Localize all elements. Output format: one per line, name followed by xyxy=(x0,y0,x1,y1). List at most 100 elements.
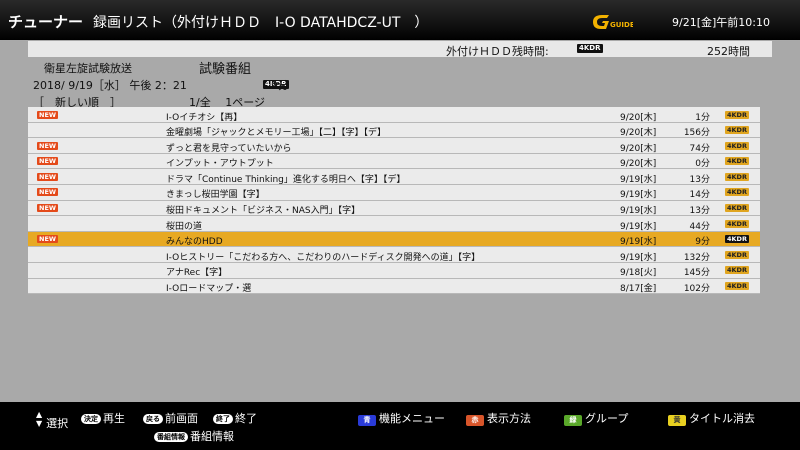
new-badge: NEW xyxy=(37,188,59,197)
recording-duration: 14分 xyxy=(689,190,710,201)
exit-label: 終了 xyxy=(235,412,257,425)
recording-duration: 145分 xyxy=(683,268,710,279)
new-badge: NEW xyxy=(37,110,59,119)
enter-key-icon: 決定 xyxy=(81,414,101,424)
recording-row[interactable]: NEW きまっし桜田学園【字】 9/19[水] 14分 4KDR xyxy=(28,184,760,201)
recording-row[interactable]: 金曜劇場「ジャックとメモリー工場」【二】【字】【デ】 9/20[木] 156分 4KD… xyxy=(28,122,760,139)
recording-row[interactable]: NEW I-Oイチオシ【再】 9/20[木] 1分 4KDR xyxy=(28,107,760,123)
recording-title: みんなのHDD xyxy=(166,237,223,248)
recording-date: 9/20[木] xyxy=(620,128,657,139)
select-label: 選択 xyxy=(46,417,69,430)
recording-title: アナRec【字】 xyxy=(166,268,228,279)
display-method-label: 表示方法 xyxy=(487,412,531,425)
play-label: 再生 xyxy=(103,412,125,425)
recording-row[interactable]: NEW ドラマ「Continue Thinking」進化する明日へ【字】【デ】 9/… xyxy=(28,169,760,185)
channel-name: 衛星左旋試験放送 xyxy=(44,62,132,75)
title-delete-label: タイトル消去 xyxy=(689,412,755,425)
recording-duration: 74分 xyxy=(689,143,710,154)
4kdr-badge: 4KDR xyxy=(725,250,749,259)
4kdr-badge: 4KDR xyxy=(725,141,749,150)
recording-title: インプット・アウトプット xyxy=(166,159,274,170)
recording-date: 9/19[水] xyxy=(620,237,657,248)
recording-date: 9/19[水] xyxy=(620,190,657,201)
recording-duration: 102分 xyxy=(683,284,710,295)
up-down-arrow-icon: ▲ ▼ xyxy=(36,410,43,428)
recording-date: 9/19[水] xyxy=(620,206,657,217)
recording-duration: 156分 xyxy=(683,128,710,139)
recording-row[interactable]: I-Oヒストリー「こだわる方へ、こだわりのハードディスク開発への道」【字】 9/1… xyxy=(28,247,760,263)
recording-date: 9/19[水] xyxy=(620,174,657,185)
recording-title: I-Oロードマップ・選 xyxy=(166,284,252,295)
4kdr-badge: 4KDR xyxy=(725,235,749,244)
back-key-icon: 戻る xyxy=(143,414,163,424)
recording-duration: 0分 xyxy=(695,159,710,170)
program-info-label: 番組情報 xyxy=(190,430,234,443)
yellow-key-icon: 黄 xyxy=(668,415,686,426)
recording-row[interactable]: I-Oロードマップ・選 8/17[金] 102分 4KDR xyxy=(28,278,760,295)
select-hint: ▲ ▼ 選択 xyxy=(36,410,68,431)
recording-title: ずっと君を見守っていたいから xyxy=(166,143,292,154)
4kdr-badge: 4KDR xyxy=(725,266,749,275)
remaining-time-value: 252時間 xyxy=(707,45,750,58)
recording-date: 9/20[木] xyxy=(620,143,657,154)
recording-row[interactable]: NEW 桜田ドキュメント「ビジネス・NAS入門」【字】 9/19[水] 13分 4KDR xyxy=(28,200,760,217)
new-badge: NEW xyxy=(37,141,59,150)
exit-key-icon: 終了 xyxy=(213,414,233,424)
red-button-display-method[interactable]: 赤表示方法 xyxy=(466,410,531,426)
program-duration: 9分 xyxy=(271,79,289,92)
4kdr-badge: 4KDR xyxy=(725,157,749,166)
remaining-time-label: 外付けＨＤＤ残時間: xyxy=(446,45,549,58)
yellow-button-title-delete[interactable]: 黄タイトル消去 xyxy=(668,410,755,426)
red-key-icon: 赤 xyxy=(466,415,484,426)
recording-title: 金曜劇場「ジャックとメモリー工場」【二】【字】【デ】 xyxy=(166,128,387,139)
new-badge: NEW xyxy=(37,172,59,181)
recording-row[interactable]: NEW みんなのHDD 9/19[水] 9分 4KDR xyxy=(28,231,760,248)
program-info-hint[interactable]: 番組情報 番組情報 xyxy=(154,428,234,444)
clock: 9/21[金]午前10:10 xyxy=(672,16,770,29)
new-badge: NEW xyxy=(37,157,59,166)
recording-title: きまっし桜田学園【字】 xyxy=(166,190,265,201)
play-hint[interactable]: 決定 再生 xyxy=(81,410,125,426)
recording-row[interactable]: NEW ずっと君を見守っていたいから 9/20[木] 74分 4KDR xyxy=(28,138,760,154)
recording-date: 9/19[水] xyxy=(620,252,657,263)
g-guide-logo-icon: GUIDE xyxy=(593,15,633,29)
blue-button-function-menu[interactable]: 青機能メニュー xyxy=(358,410,445,426)
svg-text:GUIDE: GUIDE xyxy=(610,21,633,29)
recording-row[interactable]: NEW インプット・アウトプット 9/20[木] 0分 4KDR xyxy=(28,153,760,170)
info-key-icon: 番組情報 xyxy=(154,432,188,442)
recording-date: 9/18[火] xyxy=(620,268,657,279)
footer-guide: ▲ ▼ 選択 決定 再生 戻る 前画面 終了 終了 番組情報 番組情報 青機能メニュー 赤表… xyxy=(0,402,800,450)
new-badge: NEW xyxy=(37,235,59,244)
recording-row[interactable]: アナRec【字】 9/18[火] 145分 4KDR xyxy=(28,262,760,279)
recording-duration: 44分 xyxy=(689,221,710,232)
recording-title: I-Oイチオシ【再】 xyxy=(166,112,243,123)
recording-list: NEW I-Oイチオシ【再】 9/20[木] 1分 4KDR 金曜劇場「ジャックとメモリー… xyxy=(28,107,760,295)
group-label: グループ xyxy=(585,412,629,425)
back-label: 前画面 xyxy=(165,412,198,425)
recording-duration: 9分 xyxy=(695,237,710,248)
recording-title: I-Oヒストリー「こだわる方へ、こだわりのハードディスク開発への道」【字】 xyxy=(166,252,481,263)
recording-title: 桜田ドキュメント「ビジネス・NAS入門」【字】 xyxy=(166,206,361,217)
4kdr-badge: 4KDR xyxy=(725,204,749,213)
program-title: 試験番組 xyxy=(199,62,252,77)
recording-row[interactable]: 桜田の道 9/19[水] 44分 4KDR xyxy=(28,216,760,232)
remaining-time-bar: 外付けＨＤＤ残時間: 4KDR 252時間 xyxy=(28,41,772,58)
recording-datetime: 2018/ 9/19［水］ 午後 2：21 xyxy=(33,79,187,92)
recording-duration: 13分 xyxy=(689,206,710,217)
header-bar: チューナー 録画リスト（外付けＨＤＤ I-O DATAHDCZ-UT ） GUI… xyxy=(0,0,800,40)
recording-duration: 13分 xyxy=(689,174,710,185)
4kdr-badge: 4KDR xyxy=(725,282,749,291)
recording-duration: 132分 xyxy=(683,252,710,263)
green-button-group[interactable]: 緑グループ xyxy=(564,410,628,426)
blue-key-icon: 青 xyxy=(358,415,376,426)
back-hint[interactable]: 戻る 前画面 xyxy=(143,410,198,426)
page-title: 録画リスト（外付けＨＤＤ I-O DATAHDCZ-UT ） xyxy=(93,15,429,31)
recording-date: 9/20[木] xyxy=(620,159,657,170)
function-menu-label: 機能メニュー xyxy=(379,412,445,425)
4kdr-badge: 4KDR xyxy=(725,126,749,135)
exit-hint[interactable]: 終了 終了 xyxy=(213,410,257,426)
4kdr-badge: 4KDR xyxy=(577,44,603,53)
recording-date: 9/19[水] xyxy=(620,221,657,232)
recording-duration: 1分 xyxy=(695,112,710,123)
recording-title: ドラマ「Continue Thinking」進化する明日へ【字】【デ】 xyxy=(166,174,406,185)
